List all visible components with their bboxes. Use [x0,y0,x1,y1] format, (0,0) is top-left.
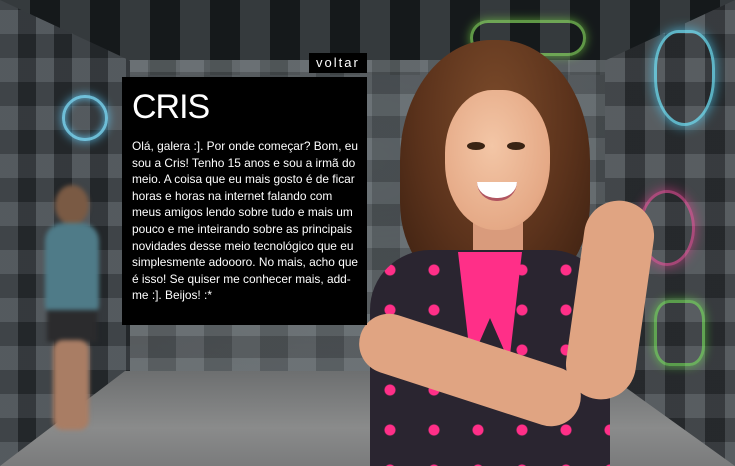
profile-bio: Olá, galera :]. Por onde começar? Bom, e… [132,139,359,303]
character-face [445,90,550,230]
character-photo-cris [345,40,670,466]
back-button[interactable]: voltar [309,53,367,73]
profile-panel: CRIS Olá, galera :]. Por onde começar? B… [122,77,367,325]
neon-at-symbol-decoration [62,95,108,141]
background-person [35,185,105,430]
profile-name: CRIS [132,88,210,126]
scene-background: voltar CRIS Olá, galera :]. Por onde com… [0,0,735,466]
